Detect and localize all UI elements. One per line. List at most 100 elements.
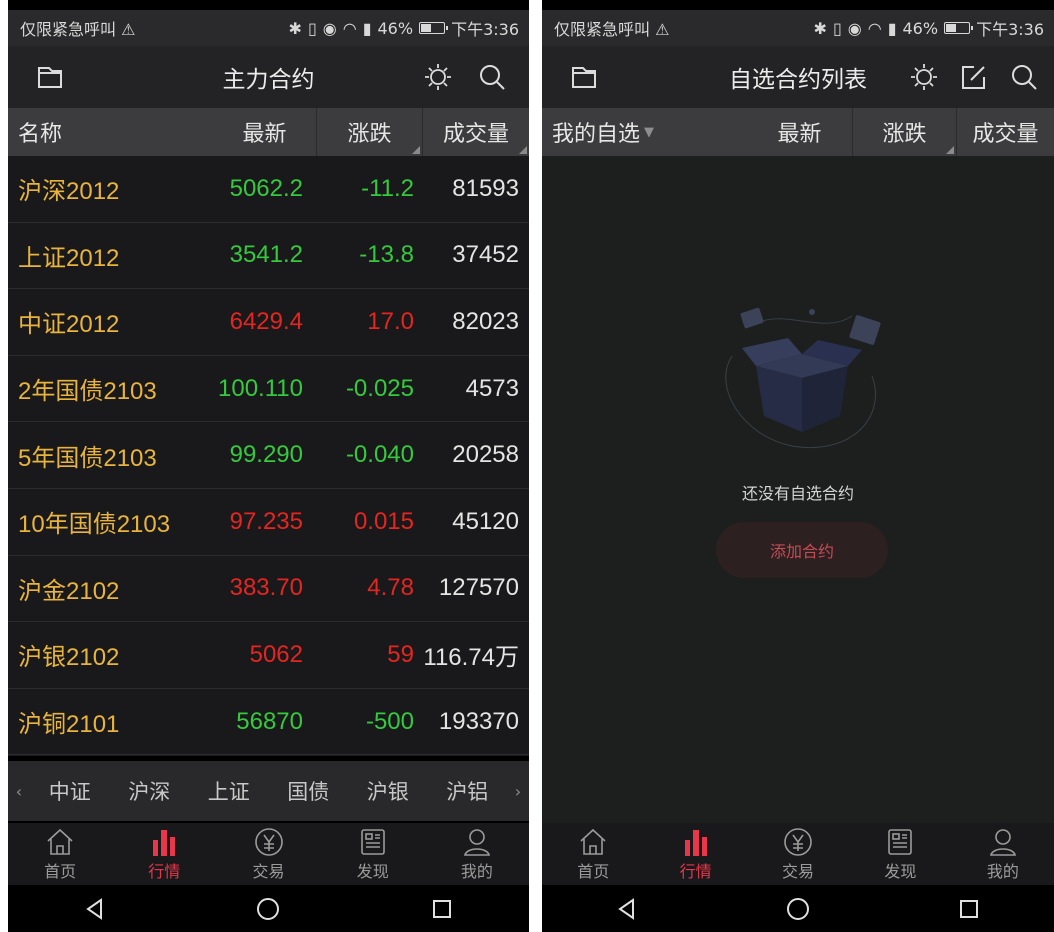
volume: 4573 — [465, 374, 519, 402]
page-title: 主力合约 — [222, 67, 315, 93]
chevron-left-icon[interactable]: ‹ — [8, 782, 30, 801]
caret-down-icon: ▼ — [644, 124, 655, 140]
bar-chart-icon — [153, 830, 176, 856]
column-last[interactable]: 最新 — [747, 108, 852, 156]
app-bar: 自选合约列表 — [542, 46, 1054, 108]
table-row[interactable]: 中证2012 6429.4 17.0 82023 — [8, 289, 529, 356]
price-change: -11.2 — [361, 174, 414, 202]
nav-discover[interactable]: 发现 — [849, 823, 951, 885]
sort-triangle-icon — [946, 146, 954, 154]
volume: 45120 — [452, 507, 519, 535]
column-change[interactable]: 涨跌 — [316, 108, 422, 156]
brightness-icon[interactable] — [908, 61, 940, 93]
bluetooth-icon: ✱ — [288, 18, 302, 38]
volume: 20258 — [452, 441, 519, 469]
table-row[interactable]: 2年国债2103 100.110 -0.025 4573 — [8, 356, 529, 423]
category-tab[interactable]: 沪银 — [367, 776, 409, 806]
back-icon[interactable] — [65, 897, 125, 921]
last-price: 100.110 — [218, 374, 303, 402]
contract-name: 上证2012 — [18, 244, 120, 272]
price-change: 59 — [387, 640, 414, 668]
nav-home[interactable]: 首页 — [8, 823, 112, 885]
price-change: 4.78 — [367, 574, 414, 602]
table-row[interactable]: 沪金2102 383.70 4.78 127570 — [8, 556, 529, 623]
system-nav-bar — [542, 885, 1054, 932]
category-tab[interactable]: 中证 — [49, 776, 91, 806]
system-nav-bar — [8, 885, 529, 932]
back-icon[interactable] — [597, 897, 657, 921]
vibrate-icon: ▯ — [832, 18, 842, 38]
battery-percent: 46% — [902, 18, 939, 38]
folder-icon[interactable] — [34, 61, 66, 93]
brightness-icon[interactable] — [422, 61, 454, 93]
search-icon[interactable] — [1008, 61, 1040, 93]
home-circle-icon[interactable] — [238, 896, 298, 922]
nav-trade[interactable]: 交易 — [216, 823, 320, 885]
nav-mine[interactable]: 我的 — [952, 823, 1054, 885]
volume: 127570 — [438, 574, 519, 602]
empty-watchlist: 还没有自选合约 添加合约 — [542, 156, 1054, 823]
nav-label: 我的 — [986, 862, 1019, 881]
category-tab-strip: ‹ 中证 沪深 上证 国债 沪银 沪铝 › — [8, 761, 529, 821]
contract-name: 沪银2102 — [18, 644, 120, 672]
recents-icon[interactable] — [939, 897, 999, 921]
table-row[interactable]: 上证2012 3541.2 -13.8 37452 — [8, 223, 529, 290]
nav-market[interactable]: 行情 — [644, 823, 746, 885]
column-header: 我的自选 ▼ 最新 涨跌 成交量 — [542, 108, 1054, 156]
phone-screen-main-contracts: 仅限紧急呼叫 ⚠ ✱ ▯ ◉ ◠ ▮ 46% 下午3:36 主力合约 名称 最新… — [8, 0, 529, 932]
nav-discover[interactable]: 发现 — [321, 823, 425, 885]
price-change: -0.040 — [345, 441, 414, 469]
nav-label: 首页 — [44, 862, 77, 881]
folder-icon[interactable] — [568, 61, 600, 93]
category-tab[interactable]: 沪铝 — [446, 776, 488, 806]
battery-icon — [419, 22, 449, 34]
table-row[interactable]: 沪铜2101 56870 -500 193370 — [8, 689, 529, 756]
home-circle-icon[interactable] — [768, 896, 828, 922]
add-contract-button[interactable]: 添加合约 — [716, 522, 888, 578]
column-volume[interactable]: 成交量 — [422, 108, 529, 156]
table-row[interactable]: 5年国债2103 99.290 -0.040 20258 — [8, 422, 529, 489]
bottom-nav: 首页 行情 交易 发现 我的 — [8, 823, 529, 885]
nav-market[interactable]: 行情 — [112, 823, 216, 885]
price-change: -13.8 — [359, 241, 414, 269]
category-tab[interactable]: 国债 — [287, 776, 329, 806]
last-price: 5062.2 — [229, 174, 303, 202]
user-icon — [463, 829, 490, 856]
signal-icon: ▮ — [887, 18, 897, 38]
status-bar: 仅限紧急呼叫 ⚠ ✱ ▯ ◉ ◠ ▮ 46% 下午3:36 — [8, 10, 529, 46]
category-tab[interactable]: 上证 — [208, 776, 250, 806]
nav-label: 发现 — [356, 862, 389, 881]
column-change[interactable]: 涨跌 — [852, 108, 956, 156]
table-row[interactable]: 10年国债2103 97.235 0.015 45120 — [8, 489, 529, 556]
nav-home[interactable]: 首页 — [542, 823, 644, 885]
recents-icon[interactable] — [412, 897, 472, 921]
contract-name: 沪深2012 — [18, 178, 120, 206]
carrier-text: 仅限紧急呼叫 ⚠ — [554, 20, 670, 39]
table-row[interactable]: 沪深2012 5062.2 -11.2 81593 — [8, 156, 529, 223]
table-row[interactable]: 沪银2102 5062 59 116.74万 — [8, 622, 529, 689]
chevron-right-icon[interactable]: › — [507, 782, 529, 801]
last-price: 97.235 — [229, 507, 303, 535]
nav-trade[interactable]: 交易 — [747, 823, 849, 885]
column-last[interactable]: 最新 — [213, 108, 316, 156]
contract-list: 沪深2012 5062.2 -11.2 81593 上证2012 3541.2 -13.8… — [8, 156, 529, 756]
price-change: 17.0 — [367, 307, 414, 335]
home-icon — [580, 828, 606, 855]
watchlist-dropdown[interactable]: 我的自选 ▼ — [542, 108, 747, 156]
price-change: -500 — [365, 707, 414, 735]
edit-icon[interactable] — [958, 61, 990, 93]
contract-name: 沪铜2101 — [18, 711, 120, 739]
column-name[interactable]: 名称 — [8, 108, 213, 156]
nav-mine[interactable]: 我的 — [425, 823, 529, 885]
search-icon[interactable] — [476, 61, 508, 93]
contract-name: 沪金2102 — [18, 577, 120, 605]
nav-label: 发现 — [884, 862, 917, 881]
category-tab[interactable]: 沪深 — [128, 776, 170, 806]
contract-name: 10年国债2103 — [18, 511, 171, 539]
volume: 37452 — [452, 241, 519, 269]
column-volume[interactable]: 成交量 — [956, 108, 1054, 156]
news-icon — [888, 829, 913, 855]
app-bar: 主力合约 — [8, 46, 529, 108]
battery-icon — [944, 22, 974, 34]
last-price: 383.70 — [229, 574, 303, 602]
